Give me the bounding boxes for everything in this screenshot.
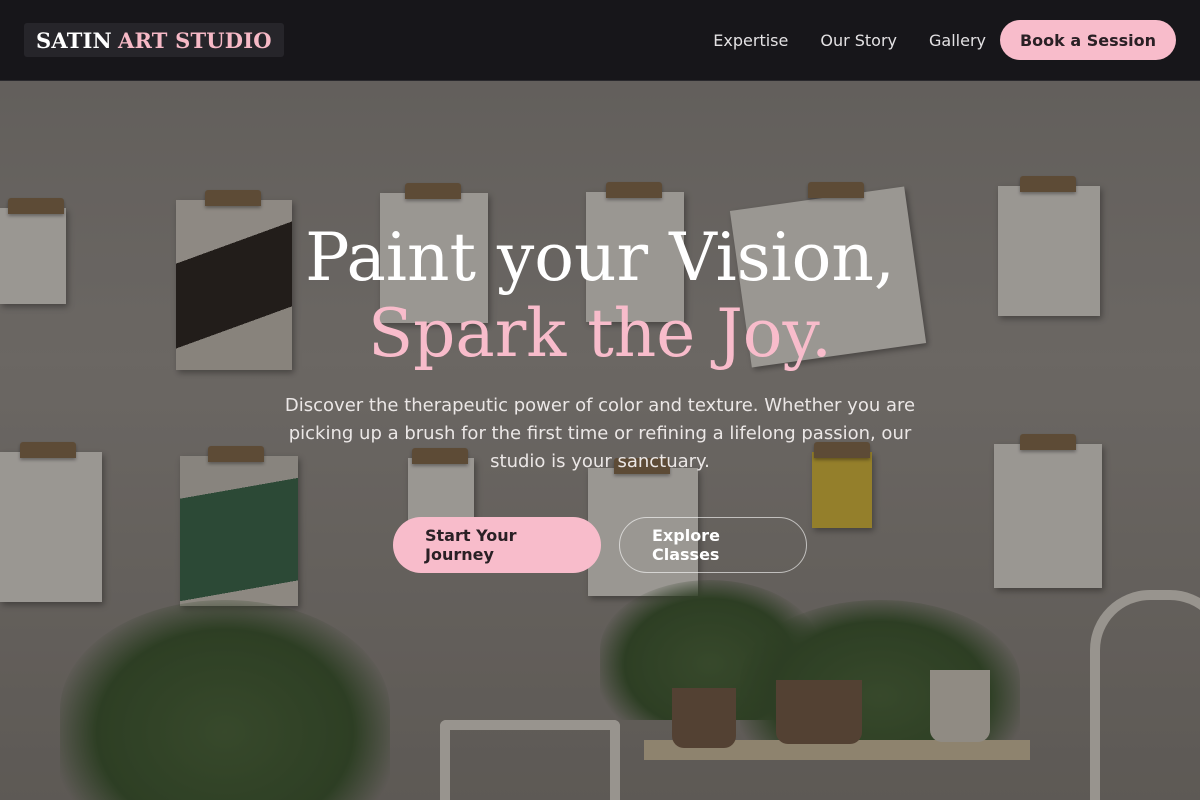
brand-name-part1: SATIN (36, 27, 112, 53)
hero-copy: Paint your Vision, Spark the Joy. Discov… (0, 220, 1200, 476)
main-nav: Expertise Our Story Gallery (713, 0, 986, 80)
site-header: SATIN ART STUDIO Expertise Our Story Gal… (0, 0, 1200, 81)
hero-headline-line2: Spark the Joy. (367, 295, 833, 372)
hero-headline-line1: Paint your Vision, (305, 219, 895, 296)
nav-link-expertise[interactable]: Expertise (713, 31, 788, 50)
brand-logo[interactable]: SATIN ART STUDIO (24, 23, 284, 57)
brand-name-part2: ART STUDIO (117, 27, 272, 53)
book-session-button[interactable]: Book a Session (999, 20, 1176, 60)
hero-headline: Paint your Vision, Spark the Joy. (0, 220, 1200, 372)
hero-lead: Discover the therapeutic power of color … (284, 395, 916, 472)
explore-classes-button[interactable]: Explore Classes (619, 517, 807, 573)
nav-link-gallery[interactable]: Gallery (929, 31, 986, 50)
nav-link-our-story[interactable]: Our Story (820, 31, 897, 50)
start-journey-button[interactable]: Start Your Journey (393, 517, 601, 573)
hero-actions: Start Your Journey Explore Classes (0, 517, 1200, 573)
